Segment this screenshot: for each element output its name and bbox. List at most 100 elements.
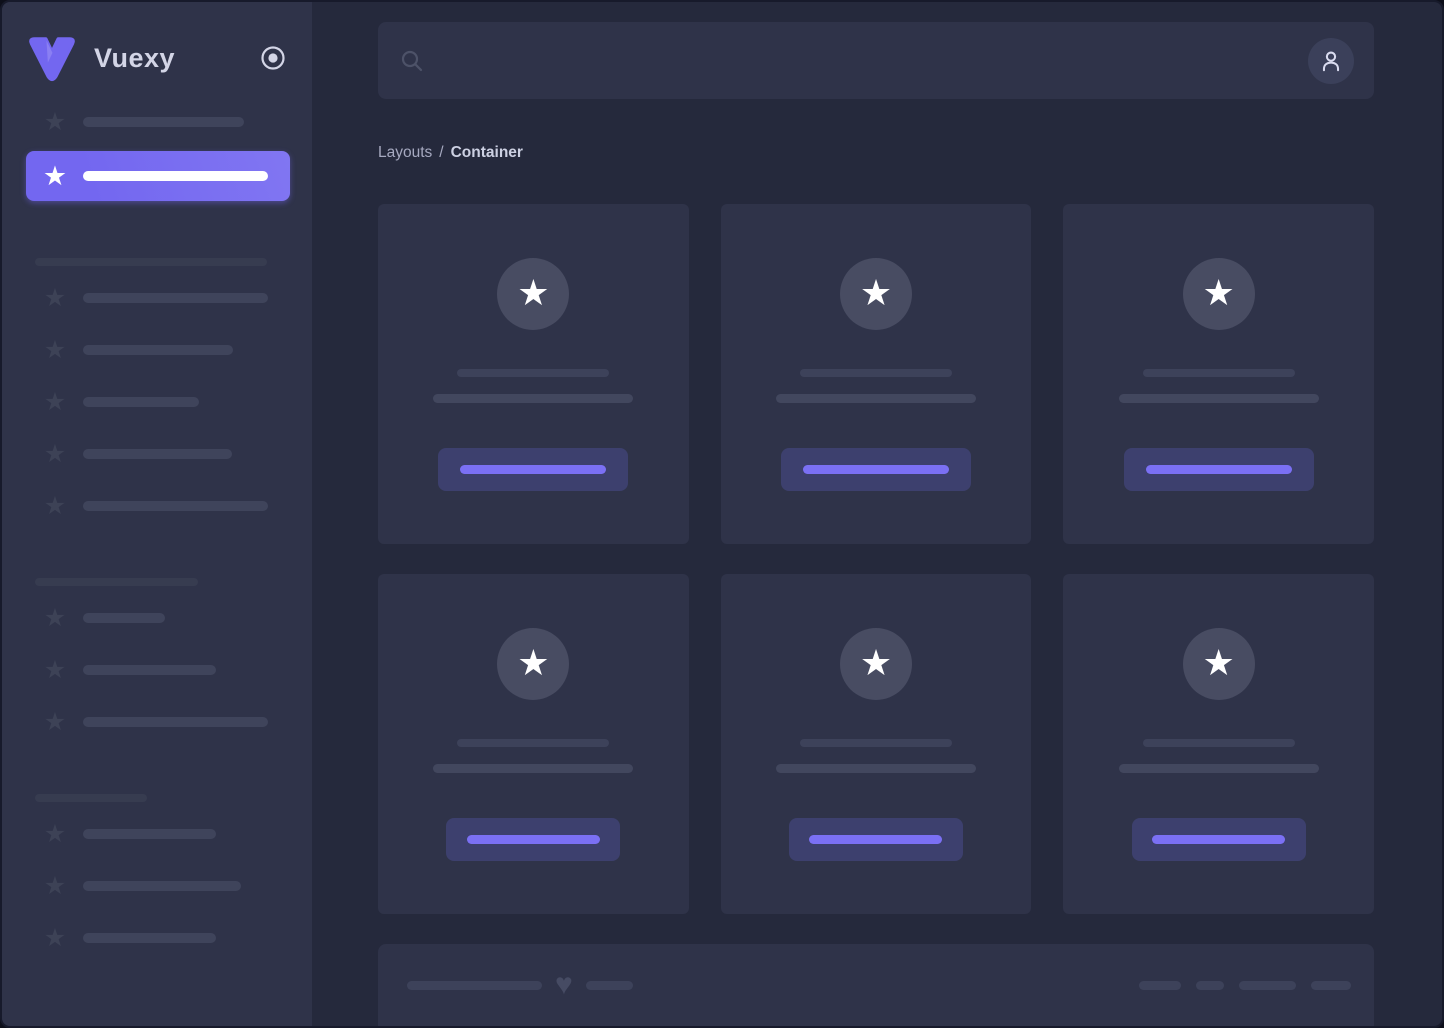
sidebar-section-header-bar (35, 578, 198, 586)
card-title-bar (457, 739, 610, 747)
sidebar-item[interactable]: ★ (26, 656, 290, 684)
placeholder-card: ★ (1063, 204, 1374, 544)
footer-right-bar (1196, 980, 1224, 990)
sidebar-item[interactable]: ★ (26, 606, 290, 631)
star-icon: ★ (43, 388, 67, 416)
star-icon: ★ (517, 271, 550, 313)
card-subtitle-bar (1118, 764, 1319, 773)
sidebar-item-label-bar (83, 933, 216, 943)
card-action-button[interactable] (438, 448, 629, 491)
brand-title: Vuexy (94, 42, 176, 73)
placeholder-card: ★ (378, 574, 689, 914)
star-icon: ★ (43, 924, 67, 952)
card-title-bar (799, 369, 952, 377)
star-icon: ★ (43, 108, 67, 136)
sidebar-item[interactable]: ★ (26, 708, 290, 736)
card-subtitle-bar (433, 764, 634, 773)
footer-right-bar (1139, 980, 1181, 990)
breadcrumb-separator: / (439, 144, 444, 161)
app-window: Vuexy ★ ★ ★ ★ ★ ★ ★ ★ ★ ★ ★ ★ ★ Layouts … (0, 0, 1444, 1028)
card-action-button[interactable] (1123, 448, 1314, 491)
card-subtitle-bar (433, 394, 634, 403)
card-avatar-circle: ★ (839, 628, 912, 700)
vuexy-logo-icon (29, 37, 75, 82)
star-icon: ★ (43, 820, 67, 848)
card-subtitle-bar (775, 394, 976, 403)
breadcrumb-section[interactable]: Layouts (378, 144, 432, 162)
star-icon: ★ (1202, 271, 1235, 313)
star-icon: ★ (43, 440, 67, 468)
footer-right-bar (1311, 980, 1351, 990)
star-icon: ★ (859, 641, 893, 683)
card-title-bar (457, 369, 610, 377)
star-icon: ★ (43, 708, 67, 736)
star-icon: ★ (43, 656, 67, 684)
footer-right-group (1139, 973, 1351, 997)
footer-right-bar (1239, 980, 1296, 990)
card-action-button[interactable] (446, 818, 621, 861)
card-avatar-circle: ★ (1182, 628, 1255, 700)
card-action-button[interactable] (788, 818, 963, 861)
star-icon: ★ (517, 641, 550, 683)
sidebar-item-label-bar (83, 171, 268, 181)
star-icon: ★ (43, 872, 67, 900)
button-label-bar (802, 465, 949, 474)
placeholder-card: ★ (720, 574, 1032, 914)
topbar (378, 22, 1374, 99)
card-title-bar (1142, 369, 1295, 377)
sidebar-item[interactable]: ★ (26, 284, 290, 312)
menu-pin-toggle-icon[interactable] (260, 45, 286, 71)
star-icon: ★ (1202, 641, 1235, 683)
placeholder-card: ★ (1063, 574, 1374, 914)
footer-left-small-bar (585, 980, 633, 990)
sidebar-item-label-bar (83, 881, 241, 891)
sidebar-item[interactable]: ★ (26, 924, 290, 952)
sidebar-item-label-bar (83, 345, 233, 355)
card-avatar-circle: ★ (497, 258, 570, 330)
card-avatar-circle: ★ (497, 628, 570, 700)
sidebar-item[interactable]: ★ (26, 872, 290, 900)
card-subtitle-bar (1118, 394, 1319, 403)
button-label-bar (1152, 835, 1286, 844)
sidebar-item[interactable]: ★ (26, 336, 290, 364)
card-title-bar (1142, 739, 1295, 747)
sidebar-item[interactable]: ★ (26, 440, 290, 468)
breadcrumb: Layouts / Container (378, 144, 1374, 162)
sidebar-item[interactable]: ★ (26, 820, 290, 848)
card-avatar-circle: ★ (1182, 258, 1255, 330)
sidebar-item-label-bar (83, 449, 232, 459)
sidebar-nav: ★ ★ ★ ★ ★ ★ ★ ★ ★ ★ ★ ★ ★ (26, 110, 290, 978)
card-title-bar (799, 739, 952, 747)
sidebar-item[interactable]: ★ (26, 492, 290, 520)
user-avatar-button[interactable] (1308, 37, 1354, 84)
card-action-button[interactable] (780, 448, 971, 491)
person-icon (1322, 51, 1340, 71)
search-input[interactable] (400, 49, 1308, 73)
breadcrumb-current-page: Container (450, 144, 523, 161)
footer-panel: ♥ (378, 944, 1374, 1026)
card-subtitle-bar (775, 764, 976, 773)
sidebar-item-label-bar (83, 293, 268, 303)
sidebar-item-active[interactable]: ★ (26, 151, 290, 201)
sidebar-item-label-bar (83, 397, 199, 407)
search-icon (401, 50, 423, 71)
sidebar-header: Vuexy (26, 32, 290, 84)
sidebar: Vuexy ★ ★ ★ ★ ★ ★ ★ ★ ★ ★ ★ ★ ★ (2, 2, 312, 1026)
sidebar-item[interactable]: ★ (26, 108, 290, 136)
card-avatar-circle: ★ (839, 258, 912, 330)
button-label-bar (1145, 465, 1292, 474)
footer-left-group: ♥ (407, 970, 633, 1000)
main-content: Layouts / Container ★ ★ ★ ★ ★ ★ ♥ (312, 2, 1442, 1026)
heart-icon[interactable]: ♥ (555, 970, 573, 1000)
button-label-bar (466, 835, 600, 844)
card-grid: ★ ★ ★ ★ ★ ★ (378, 204, 1374, 914)
star-icon: ★ (43, 336, 67, 364)
star-icon: ★ (43, 492, 67, 520)
placeholder-card: ★ (378, 204, 689, 544)
placeholder-card: ★ (720, 204, 1032, 544)
star-icon: ★ (43, 284, 67, 312)
star-icon: ★ (859, 271, 893, 313)
sidebar-item[interactable]: ★ (26, 388, 290, 416)
sidebar-item-label-bar (83, 665, 216, 675)
card-action-button[interactable] (1131, 818, 1306, 861)
